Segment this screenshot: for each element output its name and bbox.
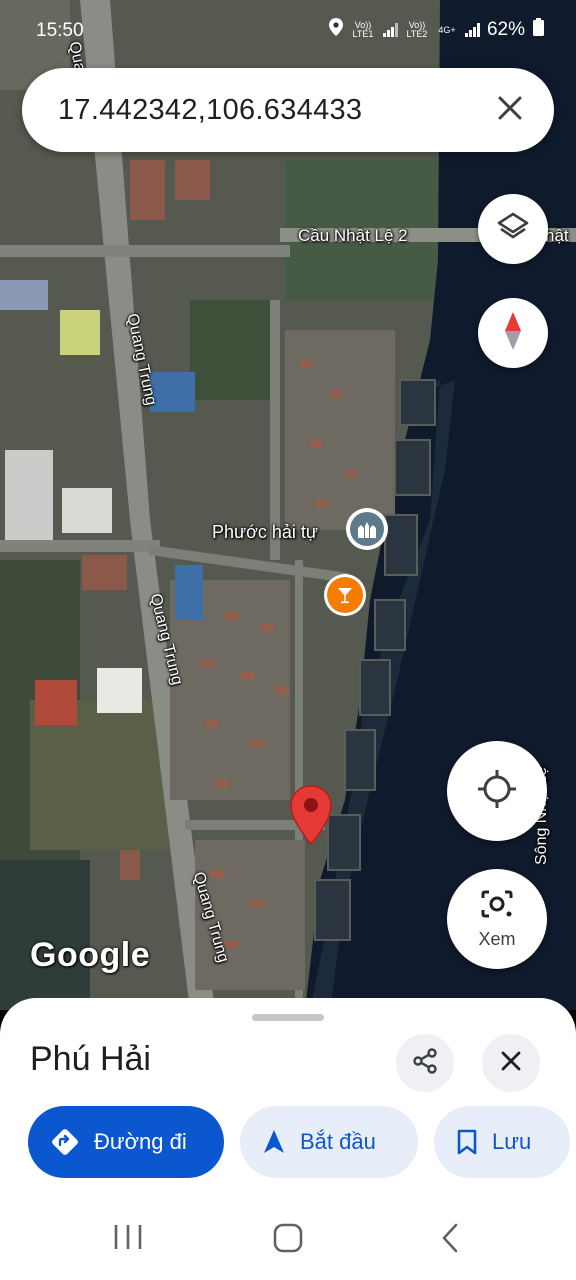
start-label: Bắt đầu [300, 1129, 376, 1154]
temple-poi-marker[interactable] [346, 508, 388, 550]
poi-temple-label[interactable]: Phước hải tự [212, 522, 318, 543]
close-sheet-button[interactable] [482, 1034, 540, 1092]
lens-view-button[interactable]: Xem [447, 869, 547, 969]
place-title: Phú Hải [30, 1040, 151, 1078]
compass-icon [502, 310, 524, 357]
close-icon [500, 1050, 522, 1077]
share-button[interactable] [396, 1034, 454, 1092]
save-label: Lưu [492, 1129, 532, 1154]
bridge-label-overflow: hật [545, 226, 569, 245]
sheet-drag-handle[interactable] [252, 1014, 324, 1021]
close-icon [497, 95, 523, 126]
recent-apps-button[interactable] [112, 1222, 144, 1257]
home-button[interactable] [272, 1222, 304, 1259]
directions-icon [50, 1127, 80, 1157]
directions-label: Đường đi [94, 1129, 187, 1154]
back-icon [438, 1222, 462, 1259]
navigation-arrow-icon [262, 1129, 286, 1155]
home-icon [272, 1222, 304, 1259]
network-type: 4G+ [438, 24, 456, 35]
back-button[interactable] [438, 1222, 462, 1259]
search-query[interactable]: 17.442342,106.634433 [58, 94, 362, 127]
my-location-icon [476, 768, 518, 815]
status-bar: 15:50 Vo)) LTE1 Vo)) LTE2 4G+ 62% [0, 0, 576, 60]
google-watermark: Google [30, 936, 151, 974]
location-icon [328, 18, 343, 42]
sim1-label: Vo)) LTE1 [352, 20, 374, 39]
save-button[interactable]: Lưu [434, 1106, 570, 1178]
layers-button[interactable] [478, 194, 548, 264]
battery-level: 62% [486, 19, 525, 40]
start-navigation-button[interactable]: Bắt đầu [240, 1106, 418, 1178]
bar-poi-marker[interactable] [324, 574, 366, 616]
compass-button[interactable] [478, 298, 548, 368]
recent-apps-icon [112, 1222, 144, 1257]
camera-lens-icon [479, 888, 515, 925]
clear-search-button[interactable] [488, 88, 532, 132]
signal-icon-2 [464, 23, 480, 37]
directions-button[interactable]: Đường đi [28, 1106, 224, 1178]
battery-icon [533, 18, 544, 42]
signal-icon [382, 23, 398, 37]
bookmark-icon [456, 1129, 478, 1155]
lens-view-label: Xem [478, 929, 516, 949]
temple-icon [350, 512, 384, 546]
red-pin-icon[interactable] [288, 784, 334, 846]
bridge-label: Cầu Nhật Lệ 2 [298, 226, 408, 245]
search-bar[interactable]: 17.442342,106.634433 [22, 68, 554, 152]
status-icons: Vo)) LTE1 Vo)) LTE2 4G+ 62% [328, 18, 544, 42]
cocktail-bar-icon [327, 577, 363, 613]
status-time: 15:50 [36, 20, 84, 41]
sim2-label: Vo)) LTE2 [406, 20, 428, 39]
system-navigation-bar [0, 1200, 576, 1280]
share-icon [411, 1047, 439, 1080]
my-location-button[interactable] [447, 741, 547, 841]
layers-icon [496, 210, 530, 249]
